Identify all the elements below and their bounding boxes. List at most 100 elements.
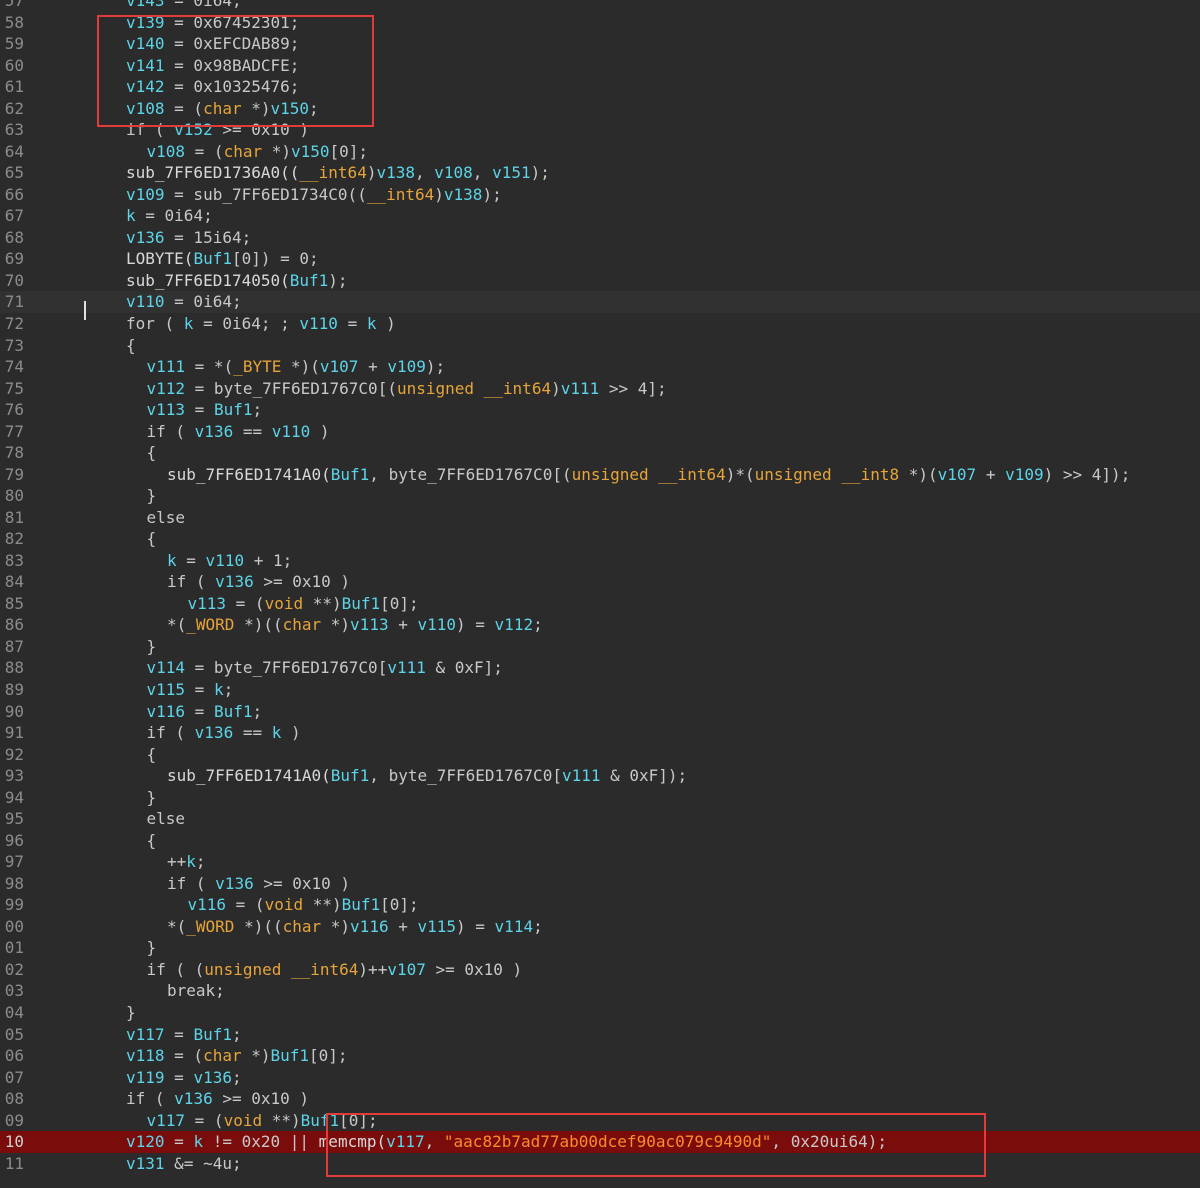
code-line[interactable]: 00 *(_WORD *)((char *)v116 + v115) = v114… (0, 916, 1200, 938)
identifier[interactable]: v109 (1005, 465, 1044, 484)
code-line[interactable]: 06 v118 = (char *)Buf1[0]; (0, 1045, 1200, 1067)
code-line[interactable]: 86 *(_WORD *)((char *)v113 + v110) = v112… (0, 614, 1200, 636)
identifier[interactable]: v139 (126, 13, 165, 32)
identifier[interactable]: v111 (562, 766, 601, 785)
identifier[interactable]: v119 (126, 1068, 165, 1087)
code-line[interactable]: 58 v139 = 0x67452301; (0, 12, 1200, 34)
code-line[interactable]: 68 v136 = 15i64; (0, 227, 1200, 249)
identifier[interactable]: Buf1 (214, 400, 253, 419)
code-line[interactable]: 03 break; (0, 980, 1200, 1002)
identifier[interactable]: v131 (126, 1154, 165, 1173)
identifier[interactable]: Buf1 (214, 702, 253, 721)
identifier[interactable]: Buf1 (331, 465, 370, 484)
identifier[interactable]: v136 (215, 874, 254, 893)
identifier[interactable]: v140 (126, 34, 165, 53)
code-line[interactable]: 97 ++k; (0, 851, 1200, 873)
code-line[interactable]: 91 if ( v136 == k ) (0, 722, 1200, 744)
code-line[interactable]: 98 if ( v136 >= 0x10 ) (0, 873, 1200, 895)
identifier[interactable]: v136 (215, 572, 254, 591)
code-line[interactable]: 94} (0, 787, 1200, 809)
identifier[interactable]: v108 (434, 163, 473, 182)
identifier[interactable]: Buf1 (271, 1046, 310, 1065)
code-line[interactable]: 71 v110 = 0i64; (0, 291, 1200, 313)
identifier[interactable]: v110 (206, 551, 245, 570)
code-line[interactable]: 87} (0, 636, 1200, 658)
identifier[interactable]: v113 (147, 400, 186, 419)
identifier[interactable]: v111 (147, 357, 186, 376)
identifier[interactable]: v110 (272, 422, 311, 441)
identifier[interactable]: v109 (126, 185, 165, 204)
code-line[interactable]: 10 v120 = k != 0x20 || memcmp(v117, "aac8… (0, 1131, 1200, 1153)
code-line[interactable]: 04} (0, 1002, 1200, 1024)
identifier[interactable]: v115 (417, 917, 456, 936)
identifier[interactable]: v136 (193, 1068, 232, 1087)
code-line[interactable]: 09 v117 = (void **)Buf1[0]; (0, 1110, 1200, 1132)
code-line[interactable]: 60 v141 = 0x98BADCFE; (0, 55, 1200, 77)
code-line[interactable]: 74 v111 = *(_BYTE *)(v107 + v109); (0, 356, 1200, 378)
code-line[interactable]: 65 sub_7FF6ED1736A0((__int64)v138, v108, … (0, 162, 1200, 184)
identifier[interactable]: k (214, 680, 224, 699)
code-line[interactable]: 02 if ( (unsigned __int64)++v107 >= 0x10 … (0, 959, 1200, 981)
code-line[interactable]: 64 v108 = (char *)v150[0]; (0, 141, 1200, 163)
identifier[interactable]: v138 (376, 163, 415, 182)
identifier[interactable]: v107 (320, 357, 359, 376)
code-line[interactable]: 88 v114 = byte_7FF6ED1767C0[v111 & 0xF]; (0, 657, 1200, 679)
identifier[interactable]: v142 (126, 77, 165, 96)
code-line[interactable]: 67 k = 0i64; (0, 205, 1200, 227)
identifier[interactable]: v108 (126, 99, 165, 118)
identifier[interactable]: v116 (147, 702, 186, 721)
code-line[interactable]: 81 else (0, 507, 1200, 529)
code-line[interactable]: 05 v117 = Buf1; (0, 1024, 1200, 1046)
identifier[interactable]: v114 (495, 917, 534, 936)
identifier[interactable]: v138 (444, 185, 483, 204)
code-line[interactable]: 11 v131 &= ~4u; (0, 1153, 1200, 1175)
code-line[interactable]: 59 v140 = 0xEFCDAB89; (0, 33, 1200, 55)
identifier[interactable]: Buf1 (301, 1111, 340, 1130)
code-line[interactable]: 93 sub_7FF6ED1741A0(Buf1, byte_7FF6ED1767… (0, 765, 1200, 787)
identifier[interactable]: v136 (195, 422, 234, 441)
identifier[interactable]: v113 (350, 615, 389, 634)
identifier[interactable]: v113 (188, 594, 227, 613)
identifier[interactable]: k (272, 723, 282, 742)
identifier[interactable]: Buf1 (193, 1025, 232, 1044)
identifier[interactable]: v111 (561, 379, 600, 398)
code-line[interactable]: 70 sub_7FF6ED174050(Buf1); (0, 270, 1200, 292)
code-line[interactable]: 85 v113 = (void **)Buf1[0]; (0, 593, 1200, 615)
identifier[interactable]: v109 (387, 357, 426, 376)
identifier[interactable]: v118 (126, 1046, 165, 1065)
code-line[interactable]: 57 v143 = 0i64; (0, 0, 1200, 12)
identifier[interactable]: v120 (126, 1132, 165, 1151)
code-line[interactable]: 01} (0, 937, 1200, 959)
code-line[interactable]: 80} (0, 485, 1200, 507)
identifier[interactable]: v116 (188, 895, 227, 914)
code-line[interactable]: 90 v116 = Buf1; (0, 701, 1200, 723)
code-line[interactable]: 07 v119 = v136; (0, 1067, 1200, 1089)
code-line[interactable]: 66 v109 = sub_7FF6ED1734C0((__int64)v138)… (0, 184, 1200, 206)
identifier[interactable]: k (126, 206, 136, 225)
code-line[interactable]: 99 v116 = (void **)Buf1[0]; (0, 894, 1200, 916)
identifier[interactable]: v114 (147, 658, 186, 677)
code-line[interactable]: 73 { (0, 335, 1200, 357)
identifier[interactable]: v116 (350, 917, 389, 936)
code-line[interactable]: 63 if ( v152 >= 0x10 ) (0, 119, 1200, 141)
identifier[interactable]: v143 (126, 0, 165, 10)
identifier[interactable]: k (184, 314, 194, 333)
identifier[interactable]: v117 (386, 1132, 425, 1151)
identifier[interactable]: Buf1 (342, 594, 381, 613)
identifier[interactable]: v115 (147, 680, 186, 699)
identifier[interactable]: Buf1 (331, 766, 370, 785)
identifier[interactable]: v117 (126, 1025, 165, 1044)
identifier[interactable]: v150 (291, 142, 330, 161)
code-line[interactable]: 61 v142 = 0x10325476; (0, 76, 1200, 98)
identifier[interactable]: v150 (271, 99, 310, 118)
identifier[interactable]: k (167, 551, 177, 570)
identifier[interactable]: v117 (147, 1111, 186, 1130)
identifier[interactable]: v107 (938, 465, 977, 484)
identifier[interactable]: v141 (126, 56, 165, 75)
code-line[interactable]: 75 v112 = byte_7FF6ED1767C0[(unsigned __i… (0, 378, 1200, 400)
pseudocode-editor[interactable]: 57 v143 = 0i64; 58 v139 = 0x67452301; 59 v140… (0, 0, 1200, 1174)
identifier[interactable]: v151 (492, 163, 531, 182)
code-line[interactable]: 78 { (0, 442, 1200, 464)
identifier[interactable]: v112 (147, 379, 186, 398)
identifier[interactable]: v136 (126, 228, 165, 247)
